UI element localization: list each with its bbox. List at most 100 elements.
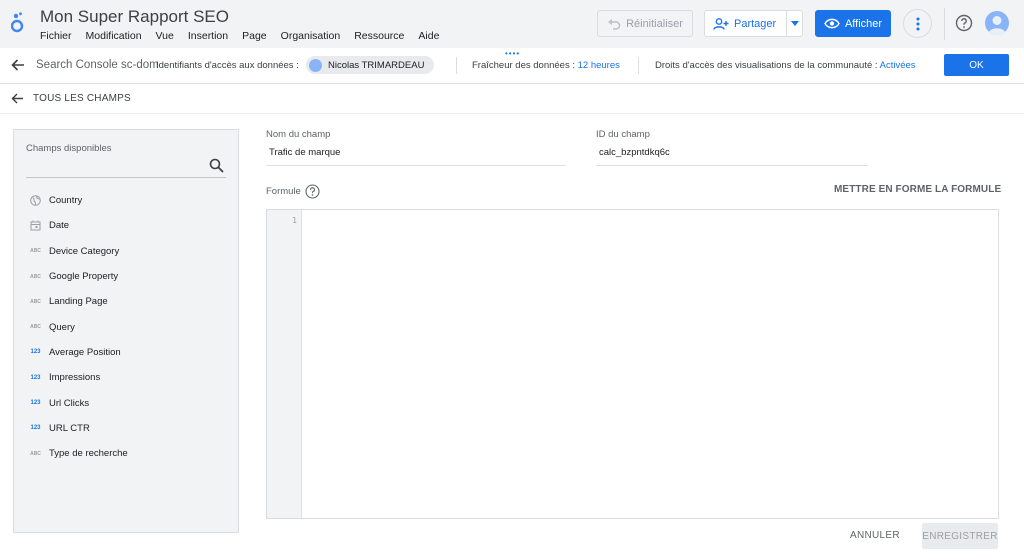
credentials-label: Identifiants d'accès aux données : xyxy=(156,60,299,71)
cancel-button[interactable]: ANNULER xyxy=(850,530,900,541)
available-fields-label: Champs disponibles xyxy=(26,143,112,154)
field-item[interactable]: Date xyxy=(14,213,238,238)
field-name-input[interactable]: Trafic de marque xyxy=(266,146,566,166)
text-type-icon: ABC xyxy=(30,273,41,280)
data-source-bar: •••• Search Console sc-dom Identifiants … xyxy=(0,48,1024,84)
add-person-icon xyxy=(713,17,729,30)
divider xyxy=(456,57,457,74)
fields-list: Country Date ABC Device Category ABC Goo… xyxy=(14,188,238,466)
more-options-button[interactable] xyxy=(903,9,932,38)
field-label: Landing Page xyxy=(49,296,108,308)
ok-button[interactable]: OK xyxy=(944,54,1009,76)
field-name-label: Nom du champ xyxy=(266,129,331,140)
freshness-link[interactable]: 12 heures xyxy=(578,60,620,71)
user-mini-avatar xyxy=(309,58,322,72)
save-button[interactable]: ENREGISTRER xyxy=(922,523,998,549)
help-icon[interactable] xyxy=(305,184,320,199)
rights-label: Droits d'accès des visualisations de la … xyxy=(655,60,878,71)
divider xyxy=(638,57,639,74)
formula-label-row: Formule xyxy=(266,184,320,199)
field-item[interactable]: ABC Landing Page xyxy=(14,289,238,314)
field-label: Country xyxy=(49,195,83,207)
menu-page[interactable]: Page xyxy=(242,30,267,42)
app-header: Mon Super Rapport SEO Fichier Modificati… xyxy=(0,0,1024,48)
field-item[interactable]: ABC Google Property xyxy=(14,264,238,289)
field-label: Type de recherche xyxy=(49,448,128,460)
freshness-label: Fraîcheur des données : xyxy=(472,60,575,71)
share-button[interactable]: Partager xyxy=(704,10,803,37)
user-avatar[interactable] xyxy=(985,11,1009,35)
rights-link[interactable]: Activées xyxy=(880,60,916,71)
freshness-setting: Fraîcheur des données : 12 heures xyxy=(472,60,620,71)
available-fields-panel: Champs disponibles Country Date ABC Devi… xyxy=(13,129,239,533)
field-label: URL CTR xyxy=(49,422,90,434)
credentials-user-chip[interactable]: Nicolas TRIMARDEAU xyxy=(306,56,434,74)
view-label: Afficher xyxy=(844,17,883,30)
search-input-underline[interactable] xyxy=(26,177,226,178)
text-type-icon: ABC xyxy=(30,324,41,331)
menu-aide[interactable]: Aide xyxy=(418,30,439,42)
menu-bar: Fichier Modification Vue Insertion Page … xyxy=(40,30,453,42)
reset-label: Réinitialiser xyxy=(626,17,683,30)
calendar-icon xyxy=(30,220,41,231)
menu-organisation[interactable]: Organisation xyxy=(281,30,341,42)
menu-modification[interactable]: Modification xyxy=(86,30,142,42)
fields-subheader: TOUS LES CHAMPS xyxy=(0,84,1024,114)
formula-label: Formule xyxy=(266,186,301,197)
menu-fichier[interactable]: Fichier xyxy=(40,30,72,42)
caret-down-icon xyxy=(790,21,799,26)
field-label: Google Property xyxy=(49,271,119,283)
field-label: Query xyxy=(49,321,75,333)
format-formula-button[interactable]: METTRE EN FORME LA FORMULE xyxy=(834,184,1001,195)
looker-studio-logo-icon[interactable] xyxy=(11,11,27,35)
field-item[interactable]: Country xyxy=(14,188,238,213)
all-fields-link[interactable]: TOUS LES CHAMPS xyxy=(33,93,131,104)
number-type-icon: 123 xyxy=(30,425,41,432)
number-type-icon: 123 xyxy=(30,374,41,381)
number-type-icon: 123 xyxy=(30,349,41,356)
field-label: Device Category xyxy=(49,245,120,257)
undo-icon xyxy=(608,18,621,30)
drag-handle-icon[interactable]: •••• xyxy=(505,49,520,58)
share-dropdown-button[interactable] xyxy=(786,11,802,36)
report-title[interactable]: Mon Super Rapport SEO xyxy=(40,7,229,27)
field-label: Date xyxy=(49,220,70,232)
more-vert-icon xyxy=(916,17,919,30)
menu-insertion[interactable]: Insertion xyxy=(188,30,228,42)
field-item[interactable]: ABC Query xyxy=(14,314,238,339)
formula-editor[interactable]: 1 xyxy=(266,209,999,519)
field-label: Url Clicks xyxy=(49,397,90,409)
line-number: 1 xyxy=(292,216,297,225)
view-button[interactable]: Afficher xyxy=(815,10,891,37)
data-source-name[interactable]: Search Console sc-dom xyxy=(36,59,160,71)
field-item[interactable]: 123 URL CTR xyxy=(14,416,238,441)
text-type-icon: ABC xyxy=(30,248,41,255)
person-icon xyxy=(988,16,1006,35)
help-icon[interactable] xyxy=(955,14,973,32)
menu-vue[interactable]: Vue xyxy=(156,30,174,42)
line-number-gutter: 1 xyxy=(267,210,302,518)
field-item[interactable]: 123 Url Clicks xyxy=(14,390,238,415)
eye-icon xyxy=(824,18,840,29)
globe-icon xyxy=(30,195,41,206)
back-arrow-icon[interactable] xyxy=(10,57,26,73)
number-type-icon: 123 xyxy=(30,400,41,407)
back-arrow-icon[interactable] xyxy=(11,92,24,105)
text-type-icon: ABC xyxy=(30,450,41,457)
field-label: Average Position xyxy=(49,346,121,358)
share-label: Partager xyxy=(734,17,777,30)
field-item[interactable]: ABC Device Category xyxy=(14,239,238,264)
field-label: Impressions xyxy=(49,372,101,384)
field-item[interactable]: 123 Average Position xyxy=(14,340,238,365)
field-id-label: ID du champ xyxy=(596,129,650,140)
text-type-icon: ABC xyxy=(30,298,41,305)
credentials-user-name: Nicolas TRIMARDEAU xyxy=(328,59,425,71)
field-item[interactable]: 123 Impressions xyxy=(14,365,238,390)
search-icon[interactable] xyxy=(209,158,224,173)
reset-button[interactable]: Réinitialiser xyxy=(597,10,693,37)
menu-ressource[interactable]: Ressource xyxy=(354,30,404,42)
header-divider xyxy=(944,8,945,40)
field-item[interactable]: ABC Type de recherche xyxy=(14,441,238,466)
field-id-input[interactable]: calc_bzpntdkq6c xyxy=(596,146,868,166)
community-rights-setting: Droits d'accès des visualisations de la … xyxy=(655,60,916,71)
